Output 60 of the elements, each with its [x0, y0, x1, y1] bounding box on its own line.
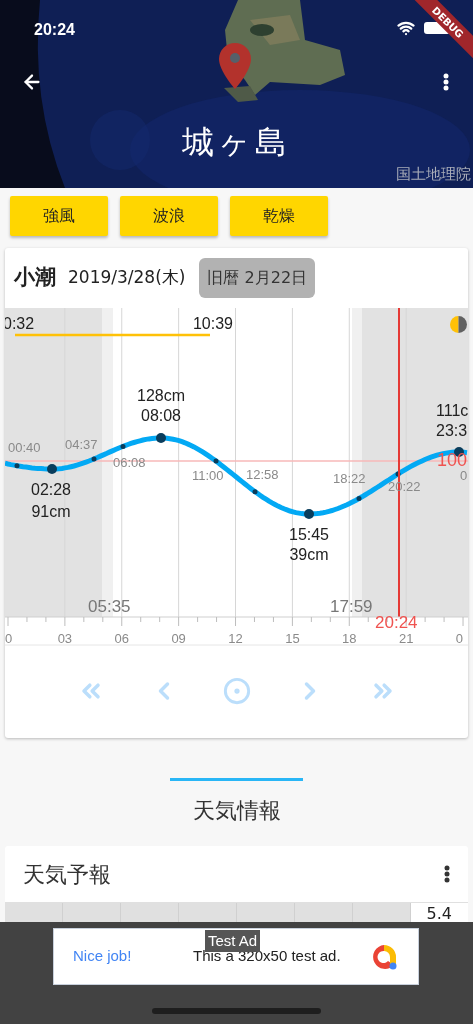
test-ad-badge: Test Ad [205, 930, 261, 952]
tide-extreme-point [156, 433, 166, 443]
home-indicator[interactable] [152, 1008, 321, 1014]
chart-label: 17:59 [330, 597, 373, 617]
tide-point [213, 458, 219, 464]
axis-tick-label: 15 [285, 632, 300, 646]
chart-label: 00:40 [8, 439, 41, 457]
status-time: 20:24 [34, 20, 75, 40]
chart-label: 23:3 [436, 421, 468, 441]
chart-label: 100 [437, 452, 468, 468]
today-button[interactable] [222, 677, 251, 705]
tide-point [356, 496, 362, 501]
chart-label: 18:22 [333, 470, 366, 488]
chart-label: 39cm [289, 545, 329, 565]
chart-label: 20:24 [375, 616, 418, 630]
chart-label: 0 [460, 467, 468, 485]
tide-extreme-point [304, 509, 314, 519]
axis-tick-label: 0 [455, 632, 464, 646]
chart-label: 05:35 [88, 597, 131, 617]
chart-label: 02:28 [31, 480, 71, 500]
tide-point [91, 456, 97, 462]
axis-tick-label: 12 [228, 632, 243, 646]
axis-tick-label: 21 [398, 632, 414, 646]
tide-point [120, 443, 126, 449]
chart-label: 15:45 [289, 525, 329, 545]
axis-tick-label: 03 [57, 632, 73, 646]
tide-extreme-point [47, 464, 57, 474]
map-credit: 国土地理院 [396, 164, 471, 185]
tag-button[interactable]: 波浪 [120, 196, 218, 236]
more-icon[interactable] [443, 73, 449, 91]
wifi-icon [397, 19, 415, 37]
lunar-date-badge: 旧暦 2月22日 [199, 258, 316, 298]
moon-phase-icon [450, 316, 467, 333]
map-pin-icon [219, 43, 251, 89]
axis-tick-label: 09 [171, 632, 186, 646]
tide-name: 小潮 [14, 264, 56, 292]
place-title: 城ヶ島 [181, 122, 292, 162]
chart-label: 12:58 [246, 466, 279, 484]
tide-point [252, 489, 258, 495]
tide-date: 2019/3/28(木) [68, 266, 186, 290]
ad-headline: Nice job! [73, 946, 133, 967]
weather-card-title: 天気予報 [23, 860, 111, 889]
chart-label: 06:08 [113, 454, 146, 472]
chart-label: 91cm [31, 502, 71, 522]
chart-label: 11:00 [192, 467, 224, 485]
tag-button[interactable]: 強風 [10, 196, 108, 236]
section-tab[interactable]: 天気情報 [170, 778, 303, 826]
axis-tick-label: 06 [114, 632, 129, 646]
tide-point [395, 471, 401, 477]
tag-button[interactable]: 乾燥 [230, 196, 328, 236]
forecast-value: 5.4 [425, 903, 453, 922]
tide-point [14, 463, 20, 469]
chart-label: 08:08 [141, 406, 181, 426]
chart-label: 04:37 [65, 436, 98, 454]
more-icon[interactable] [444, 865, 450, 883]
chart-label: 128cm [137, 386, 185, 406]
chart-label: 111c [436, 401, 468, 421]
chart-label: 10:39 [192, 314, 233, 334]
axis-tick-label: 18 [342, 632, 357, 646]
axis-tick-label: 0 [5, 632, 13, 646]
